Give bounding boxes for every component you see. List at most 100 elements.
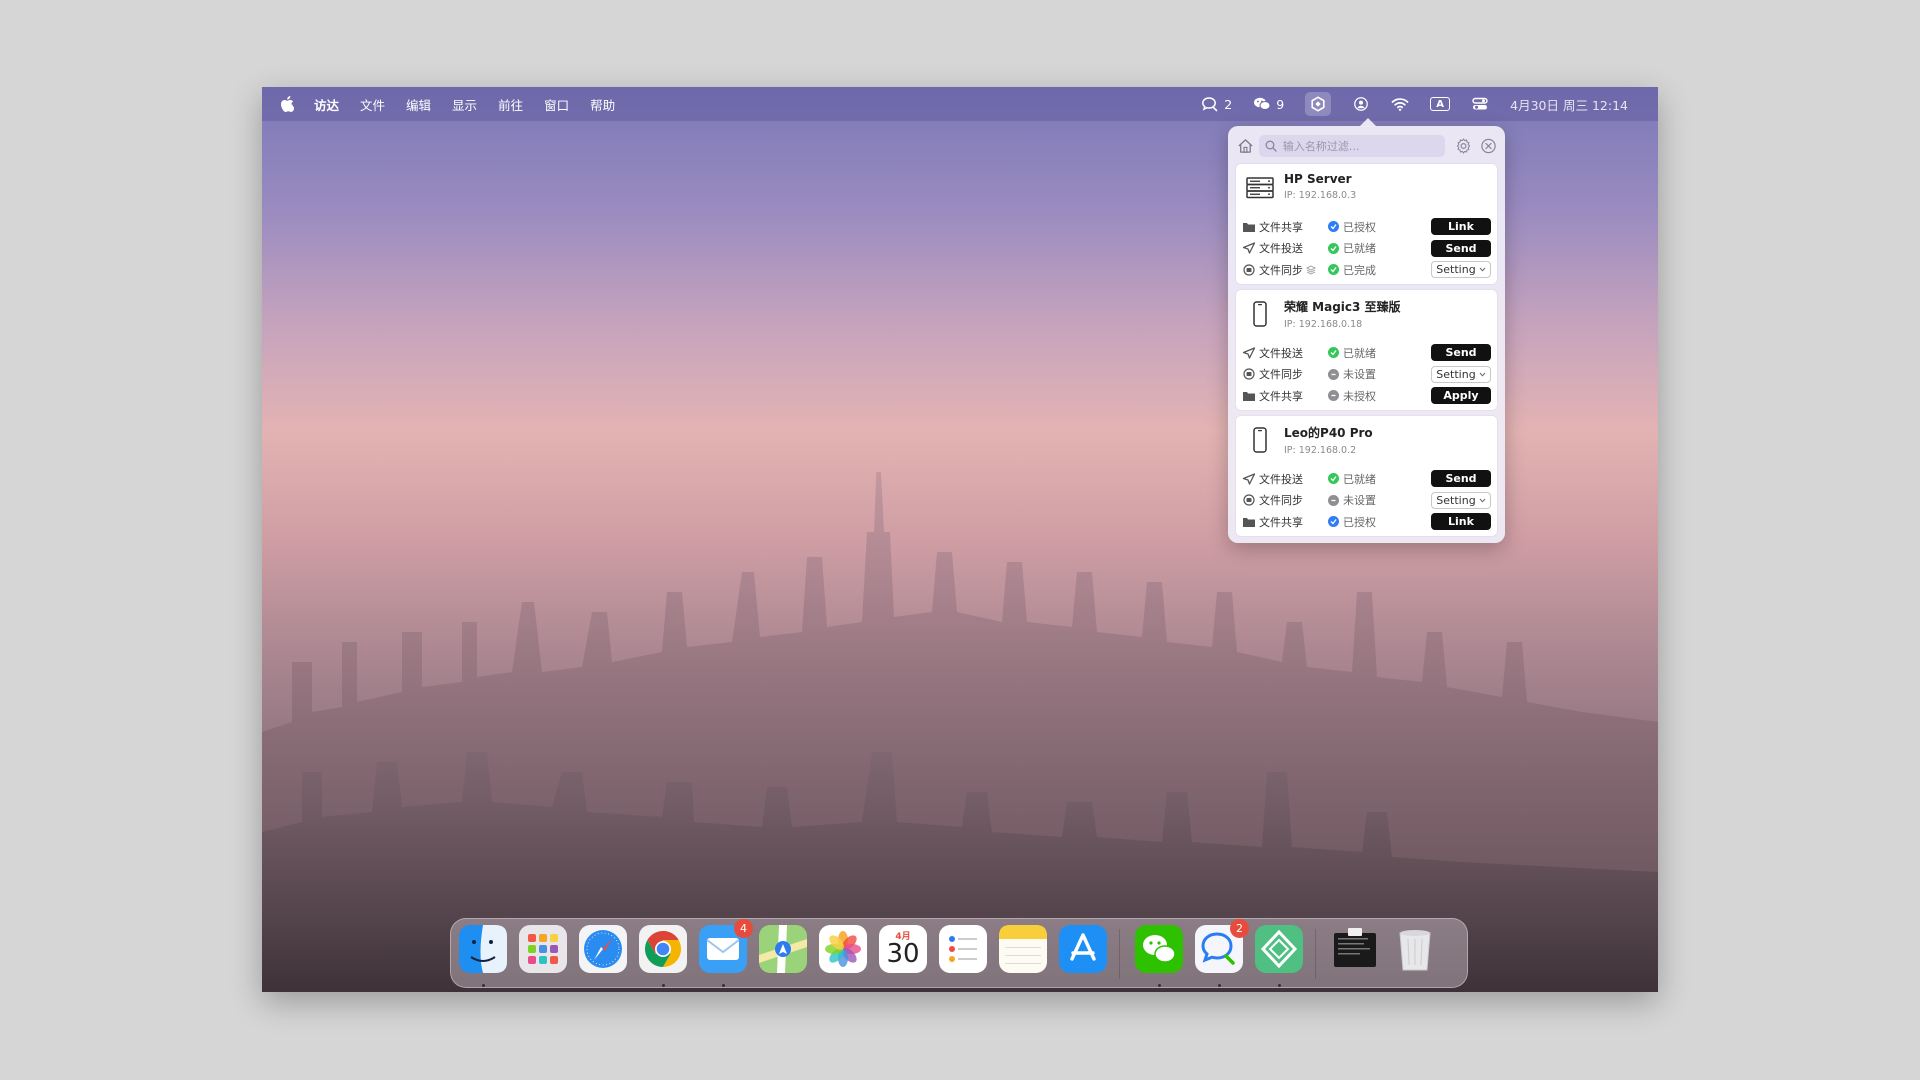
- setting-label: Setting: [1436, 263, 1476, 277]
- row-label: 文件共享: [1259, 515, 1303, 529]
- status-text: 已就绪: [1343, 472, 1376, 486]
- menu-go[interactable]: 前往: [498, 95, 523, 114]
- wechat-icon: [1254, 97, 1271, 110]
- device-header: Leo的P40 Pro IP: 192.168.0.2: [1242, 422, 1491, 468]
- photos-icon: [819, 925, 867, 973]
- check-icon: [1328, 242, 1339, 254]
- input-source-icon[interactable]: A: [1430, 97, 1451, 111]
- menu-finder[interactable]: 访达: [314, 95, 339, 114]
- file-share-app-status-item[interactable]: [1305, 92, 1332, 116]
- dock-wechat[interactable]: [1135, 925, 1183, 973]
- link-button[interactable]: Link: [1431, 513, 1491, 531]
- dock-document[interactable]: [1331, 925, 1379, 973]
- status-text: 已就绪: [1343, 346, 1376, 360]
- server-icon: [1246, 177, 1274, 199]
- user-account-icon[interactable]: [1352, 96, 1370, 112]
- row-label-text: 文件同步: [1259, 263, 1303, 277]
- dock-mail[interactable]: 4: [699, 919, 753, 973]
- running-indicator: [1278, 984, 1281, 987]
- folder-share-icon: [1243, 391, 1255, 401]
- dock-launchpad[interactable]: [519, 925, 567, 973]
- dock-reminders[interactable]: [939, 925, 987, 973]
- row-file-send: 文件投送 已就绪 Send: [1242, 238, 1491, 260]
- check-icon: [1328, 516, 1339, 528]
- dock-safari[interactable]: [579, 925, 627, 973]
- safari-icon: [579, 925, 627, 973]
- row-label: 文件同步: [1259, 368, 1303, 382]
- dock-calendar[interactable]: 4月 30: [879, 925, 927, 973]
- setting-label: Setting: [1436, 493, 1476, 507]
- dock-trash[interactable]: [1391, 925, 1439, 973]
- apply-button[interactable]: Apply: [1431, 387, 1491, 405]
- dock-photos[interactable]: [819, 925, 867, 973]
- device-header: HP Server IP: 192.168.0.3: [1242, 170, 1491, 216]
- row-file-send: 文件投送 已就绪 Send: [1242, 468, 1491, 490]
- send-arrow-icon: [1242, 347, 1256, 359]
- menu-clock[interactable]: 4月30日 周三 12:14: [1510, 95, 1628, 114]
- check-icon: [1328, 221, 1339, 233]
- device-header: 荣耀 Magic3 至臻版 IP: 192.168.0.18: [1242, 296, 1491, 342]
- device-ip: IP: 192.168.0.2: [1284, 445, 1357, 456]
- status-menus: 2 9 A 4月30日 周三 12:14: [1201, 87, 1628, 121]
- row-label: 文件共享: [1259, 389, 1303, 403]
- row-file-sync: 文件同步 已完成 Setting: [1242, 259, 1491, 281]
- running-indicator: [662, 984, 665, 987]
- status: 已授权: [1328, 219, 1428, 235]
- dock-app-store[interactable]: [1059, 925, 1107, 973]
- menu-view[interactable]: 显示: [452, 95, 477, 114]
- wifi-icon[interactable]: [1391, 96, 1409, 112]
- device-card-honor-magic3: 荣耀 Magic3 至臻版 IP: 192.168.0.18 文件投送 已就绪 …: [1236, 290, 1497, 410]
- control-center-icon[interactable]: [1471, 96, 1489, 112]
- folder-share-icon: [1243, 517, 1255, 527]
- phone-icon: [1253, 301, 1267, 327]
- setting-dropdown[interactable]: Setting: [1431, 491, 1491, 509]
- send-button[interactable]: Send: [1431, 239, 1491, 257]
- dock-separator: [1119, 929, 1120, 979]
- wechat-count: 9: [1276, 96, 1285, 112]
- close-icon[interactable]: [1480, 137, 1497, 155]
- dock-chrome[interactable]: [639, 925, 687, 973]
- dock-finder[interactable]: [459, 925, 507, 973]
- setting-dropdown[interactable]: Setting: [1431, 365, 1491, 383]
- link-button[interactable]: Link: [1431, 218, 1491, 236]
- apple-menu-icon[interactable]: [280, 96, 294, 112]
- menu-help[interactable]: 帮助: [590, 95, 615, 114]
- chat-app-badge: 2: [1230, 919, 1249, 938]
- status-text: 已授权: [1343, 220, 1376, 234]
- dock-chat-app[interactable]: 2: [1195, 919, 1249, 973]
- status: 已就绪: [1328, 471, 1428, 487]
- wechat-status-item[interactable]: 9: [1253, 96, 1284, 112]
- row-file-send: 文件投送 已就绪 Send: [1242, 342, 1491, 364]
- status: 未设置: [1328, 366, 1428, 382]
- send-button[interactable]: Send: [1431, 344, 1491, 362]
- dock-maps[interactable]: [759, 925, 807, 973]
- search-icon: [1265, 140, 1277, 152]
- home-icon[interactable]: [1236, 136, 1255, 156]
- chat-status-item[interactable]: 2: [1201, 96, 1232, 112]
- chat-bubble-icon: [1202, 97, 1218, 112]
- dock-notes[interactable]: [999, 925, 1047, 973]
- chevron-down-icon: [1479, 498, 1486, 503]
- row-label: 文件投送: [1259, 472, 1303, 486]
- running-indicator: [482, 984, 485, 987]
- chat-count: 2: [1224, 96, 1233, 112]
- minus-icon: [1328, 368, 1339, 380]
- menu-file[interactable]: 文件: [360, 95, 385, 114]
- sync-icon: [1243, 494, 1255, 506]
- device-popover: HP Server IP: 192.168.0.3 文件共享 已授权 Link …: [1228, 118, 1505, 543]
- gear-icon[interactable]: [1455, 137, 1472, 155]
- device-card-hp-server: HP Server IP: 192.168.0.3 文件共享 已授权 Link …: [1236, 164, 1497, 284]
- app-store-icon: [1059, 925, 1107, 973]
- setting-label: Setting: [1436, 367, 1476, 381]
- search-input[interactable]: [1282, 139, 1433, 153]
- device-ip: IP: 192.168.0.3: [1284, 190, 1357, 201]
- sync-app-icon: [1311, 96, 1325, 112]
- send-button[interactable]: Send: [1431, 470, 1491, 488]
- dock-file-share-app[interactable]: [1255, 925, 1303, 973]
- menu-bar: 访达 文件 编辑 显示 前往 窗口 帮助 2 9 A 4月30日 周三 12:1…: [262, 87, 1658, 121]
- menu-window[interactable]: 窗口: [544, 95, 569, 114]
- menu-edit[interactable]: 编辑: [406, 95, 431, 114]
- finder-icon: [459, 925, 507, 973]
- setting-dropdown[interactable]: Setting: [1431, 261, 1491, 279]
- status-text: 未授权: [1343, 389, 1376, 403]
